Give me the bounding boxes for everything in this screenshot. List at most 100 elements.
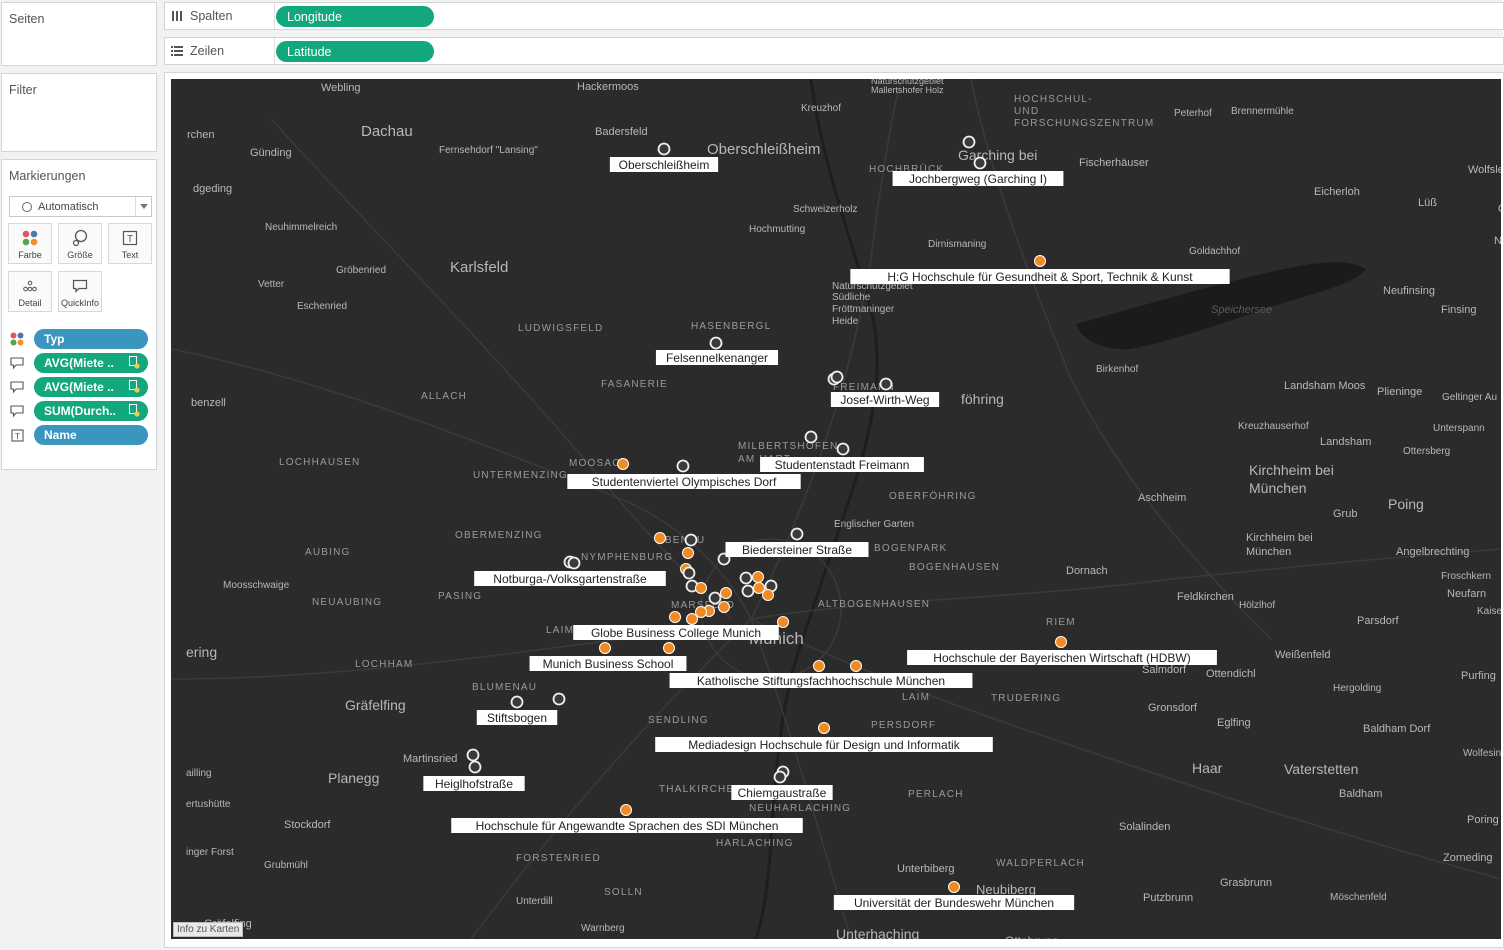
place-label: WALDPERLACH: [996, 858, 1085, 869]
place-label: Grasbrunn: [1220, 877, 1272, 889]
place-label: MILBERTSHOFEN-: [738, 441, 843, 452]
mark-label: Notburga-/Volksgartenstraße: [474, 571, 666, 586]
dormitory-marker[interactable]: [510, 695, 524, 709]
dormitory-marker[interactable]: [682, 566, 696, 580]
university-marker[interactable]: [669, 611, 681, 623]
rows-icon: [171, 45, 183, 57]
university-marker[interactable]: [813, 660, 825, 672]
place-label: FORSCHUNGSZENTRUM: [1014, 118, 1154, 129]
dormitory-marker[interactable]: [773, 770, 787, 784]
longitude-pill[interactable]: Longitude: [276, 6, 434, 27]
dormitory-marker[interactable]: [676, 459, 690, 473]
tooltip-button[interactable]: QuickInfo: [58, 271, 102, 312]
detail-button-label: Detail: [18, 298, 42, 308]
place-label: Froschkern: [1441, 571, 1491, 582]
rows-shelf[interactable]: Zeilen Latitude: [164, 37, 1504, 65]
university-marker[interactable]: [718, 601, 730, 613]
mark-label-text: Katholische Stiftungsfachhochschule Münc…: [697, 674, 945, 688]
typ-pill[interactable]: Typ: [34, 329, 148, 349]
university-marker[interactable]: [720, 587, 732, 599]
place-label: ertushütte: [186, 799, 231, 810]
place-label: Haar: [1192, 760, 1223, 776]
size-button[interactable]: Größe: [58, 223, 102, 264]
dormitory-marker[interactable]: [466, 748, 480, 762]
place-label: Goldachhof: [1189, 246, 1240, 257]
mark-type-dropdown[interactable]: Automatisch: [9, 196, 152, 217]
tooltip-button-label: QuickInfo: [60, 298, 100, 308]
chevron-down-icon[interactable]: [135, 197, 151, 216]
columns-shelf[interactable]: Spalten Longitude: [164, 2, 1504, 30]
dormitory-marker[interactable]: [567, 556, 581, 570]
dormitory-marker[interactable]: [468, 760, 482, 774]
university-marker[interactable]: [695, 606, 707, 618]
marks-pill-row: AVG(Miete ..: [9, 352, 152, 374]
dormitory-marker[interactable]: [836, 442, 850, 456]
university-marker[interactable]: [663, 642, 675, 654]
avg-miete-pill[interactable]: AVG(Miete ..: [34, 353, 148, 373]
color-button[interactable]: Farbe: [8, 223, 52, 264]
place-label: PERSDORF: [871, 720, 936, 731]
dormitory-marker[interactable]: [684, 533, 698, 547]
dormitory-marker[interactable]: [973, 156, 987, 170]
dormitory-marker[interactable]: [709, 336, 723, 350]
place-label: NYMPHENBURG: [581, 552, 673, 563]
name-pill[interactable]: Name: [34, 425, 148, 445]
university-marker[interactable]: [777, 616, 789, 628]
place-label: München: [1246, 546, 1291, 558]
mark-label: Stiftsbogen: [476, 710, 558, 725]
university-marker[interactable]: [818, 722, 830, 734]
map-credit-link[interactable]: Info zu Karten: [173, 922, 244, 937]
university-marker[interactable]: [850, 660, 862, 672]
typ-pill-label: Typ: [44, 332, 65, 346]
text-button[interactable]: T Text: [108, 223, 152, 264]
svg-text:T: T: [14, 431, 19, 441]
dormitory-marker[interactable]: [552, 692, 566, 706]
dormitory-marker[interactable]: [804, 430, 818, 444]
university-marker[interactable]: [1055, 636, 1067, 648]
university-marker[interactable]: [762, 589, 774, 601]
place-label: Wolfesing: [1463, 748, 1501, 759]
dormitory-marker[interactable]: [962, 135, 976, 149]
university-marker[interactable]: [686, 613, 698, 625]
dormitory-marker[interactable]: [708, 591, 722, 605]
dormitory-marker[interactable]: [739, 571, 753, 585]
rows-label-text: Zeilen: [190, 44, 225, 58]
university-marker[interactable]: [599, 642, 611, 654]
university-marker[interactable]: [753, 582, 765, 594]
avg-miete-pill[interactable]: AVG(Miete ..: [34, 377, 148, 397]
marks-pill-row: AVG(Miete ..: [9, 376, 152, 398]
university-marker[interactable]: [620, 804, 632, 816]
university-marker[interactable]: [617, 458, 629, 470]
university-marker[interactable]: [682, 547, 694, 559]
university-marker[interactable]: [654, 532, 666, 544]
marks-pill-row: Typ: [9, 328, 152, 350]
filter-card[interactable]: Filter: [1, 73, 157, 152]
dormitory-marker[interactable]: [657, 142, 671, 156]
university-marker[interactable]: [695, 582, 707, 594]
place-label: Zorneding: [1443, 852, 1493, 864]
place-label: HASENBERGL: [691, 321, 771, 332]
place-label: dgeding: [193, 183, 232, 195]
detail-button[interactable]: Detail: [8, 271, 52, 312]
dormitory-marker[interactable]: [790, 527, 804, 541]
university-marker[interactable]: [752, 571, 764, 583]
pages-card[interactable]: Seiten: [1, 2, 157, 66]
map-view[interactable]: Webling Hackermoos Naturschutzgebiet Maller…: [164, 72, 1504, 948]
mark-label-text: Hochschule der Bayerischen Wirtschaft (H…: [933, 651, 1190, 665]
dormitory-marker[interactable]: [830, 370, 844, 384]
university-marker[interactable]: [948, 881, 960, 893]
place-label: Unterhaching: [836, 926, 919, 939]
dormitory-marker[interactable]: [741, 584, 755, 598]
place-label: SENDLING: [648, 715, 709, 726]
place-label: Peterhof: [1174, 108, 1212, 119]
university-marker[interactable]: [1034, 255, 1046, 267]
map-canvas[interactable]: Webling Hackermoos NaturschutzgebietMaller…: [171, 79, 1501, 939]
place-label: LUDWIGSFELD: [518, 323, 603, 334]
sum-durch-pill[interactable]: SUM(Durch..: [34, 401, 148, 421]
place-label: OBERMENZING: [455, 530, 543, 541]
place-label: Fischerhäuser: [1079, 157, 1149, 169]
latitude-pill[interactable]: Latitude: [276, 41, 434, 62]
dormitory-marker[interactable]: [879, 377, 893, 391]
place-label: LAIM: [902, 692, 930, 703]
mark-label: Munich Business School: [529, 656, 687, 671]
